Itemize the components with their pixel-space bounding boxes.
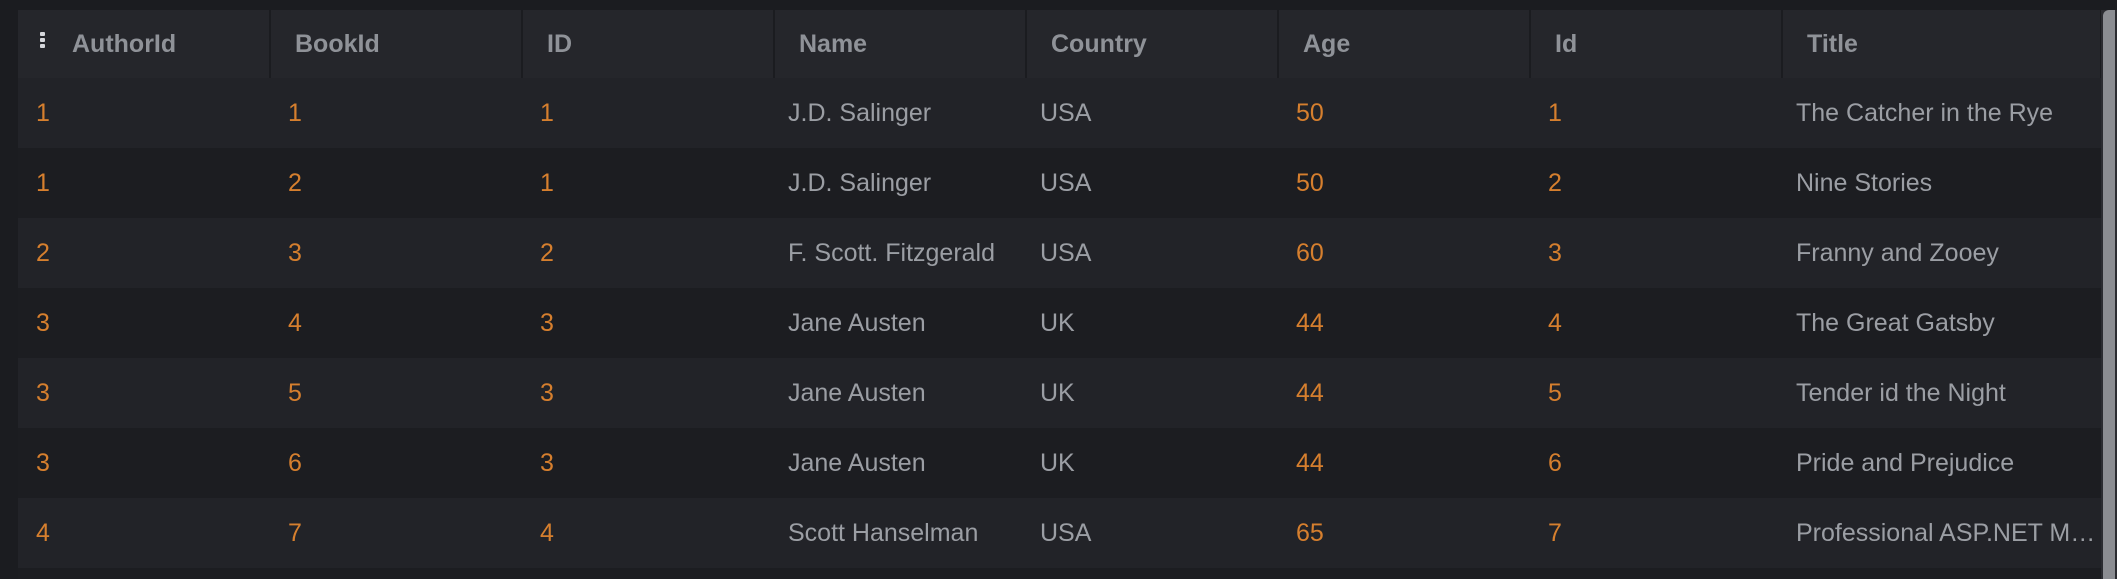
table-row[interactable]: 1 1 1 J.D. Salinger USA 50 1 The Catcher… (18, 78, 2101, 148)
cell-authorid[interactable]: 3 (18, 358, 270, 428)
table-row[interactable]: 4 7 4 Scott Hanselman USA 65 7 Professio… (18, 498, 2101, 568)
cell-name[interactable]: Scott Hanselman (774, 498, 1026, 568)
cell-bookid[interactable]: 3 (270, 218, 522, 288)
column-header-label: ID (547, 29, 572, 58)
cell-book-id[interactable]: 2 (1530, 148, 1782, 218)
cell-name[interactable]: F. Scott. Fitzgerald (774, 218, 1026, 288)
column-header-label: AuthorId (72, 29, 177, 58)
cell-age[interactable]: 44 (1278, 288, 1530, 358)
cell-title[interactable]: Tender id the Night (1782, 358, 2101, 428)
cell-bookid[interactable]: 4 (270, 288, 522, 358)
cell-country[interactable]: USA (1026, 498, 1278, 568)
cell-country[interactable]: USA (1026, 78, 1278, 148)
cell-book-id[interactable]: 6 (1530, 428, 1782, 498)
results-table: AuthorId BookId ID Name Country Age Id T… (18, 10, 2101, 568)
cell-title[interactable]: Professional ASP.NET MVC 5 (1782, 498, 2101, 568)
cell-title[interactable]: Franny and Zooey (1782, 218, 2101, 288)
cell-name[interactable]: Jane Austen (774, 288, 1026, 358)
cell-id[interactable]: 3 (522, 288, 774, 358)
column-header-country[interactable]: Country (1026, 10, 1279, 78)
cell-authorid[interactable]: 3 (18, 288, 270, 358)
cell-country[interactable]: USA (1026, 148, 1278, 218)
results-grid: AuthorId BookId ID Name Country Age Id T… (18, 10, 2101, 579)
column-header-age[interactable]: Age (1278, 10, 1531, 78)
cell-title[interactable]: The Catcher in the Rye (1782, 78, 2101, 148)
column-header-name[interactable]: Name (774, 10, 1027, 78)
cell-book-id[interactable]: 3 (1530, 218, 1782, 288)
cell-book-id[interactable]: 5 (1530, 358, 1782, 428)
column-header-bookid[interactable]: BookId (270, 10, 523, 78)
cell-name[interactable]: Jane Austen (774, 428, 1026, 498)
cell-authorid[interactable]: 1 (18, 148, 270, 218)
cell-title[interactable]: Pride and Prejudice (1782, 428, 2101, 498)
column-header-authorid[interactable]: AuthorId (18, 10, 271, 78)
cell-book-id[interactable]: 1 (1530, 78, 1782, 148)
cell-country[interactable]: UK (1026, 428, 1278, 498)
column-header-label: Age (1303, 29, 1351, 58)
column-header-id[interactable]: ID (522, 10, 775, 78)
table-row[interactable]: 1 2 1 J.D. Salinger USA 50 2 Nine Storie… (18, 148, 2101, 218)
header-row: AuthorId BookId ID Name Country Age Id T… (18, 10, 2101, 78)
cell-title[interactable]: Nine Stories (1782, 148, 2101, 218)
column-header-label: Name (799, 29, 868, 58)
cell-authorid[interactable]: 1 (18, 78, 270, 148)
cell-book-id[interactable]: 4 (1530, 288, 1782, 358)
column-header-label: Title (1807, 29, 1858, 58)
column-header-book-id[interactable]: Id (1530, 10, 1783, 78)
cell-bookid[interactable]: 2 (270, 148, 522, 218)
cell-bookid[interactable]: 6 (270, 428, 522, 498)
column-header-title[interactable]: Title (1782, 10, 2101, 78)
cell-name[interactable]: J.D. Salinger (774, 148, 1026, 218)
table-row[interactable]: 3 6 3 Jane Austen UK 44 6 Pride and Prej… (18, 428, 2101, 498)
cell-book-id[interactable]: 7 (1530, 498, 1782, 568)
cell-id[interactable]: 4 (522, 498, 774, 568)
cell-country[interactable]: UK (1026, 358, 1278, 428)
table-row[interactable]: 3 4 3 Jane Austen UK 44 4 The Great Gats… (18, 288, 2101, 358)
cell-id[interactable]: 3 (522, 358, 774, 428)
cell-title[interactable]: The Great Gatsby (1782, 288, 2101, 358)
cell-id[interactable]: 1 (522, 148, 774, 218)
cell-age[interactable]: 50 (1278, 148, 1530, 218)
cell-authorid[interactable]: 2 (18, 218, 270, 288)
cell-bookid[interactable]: 1 (270, 78, 522, 148)
cell-authorid[interactable]: 3 (18, 428, 270, 498)
cell-age[interactable]: 65 (1278, 498, 1530, 568)
cell-id[interactable]: 3 (522, 428, 774, 498)
vertical-ellipsis-icon[interactable] (40, 32, 46, 48)
column-header-label: Id (1555, 29, 1578, 58)
cell-age[interactable]: 50 (1278, 78, 1530, 148)
cell-bookid[interactable]: 7 (270, 498, 522, 568)
cell-name[interactable]: Jane Austen (774, 358, 1026, 428)
column-header-label: Country (1051, 29, 1147, 58)
cell-bookid[interactable]: 5 (270, 358, 522, 428)
vertical-scrollbar[interactable] (2101, 10, 2117, 579)
cell-age[interactable]: 44 (1278, 428, 1530, 498)
cell-country[interactable]: UK (1026, 288, 1278, 358)
table-row[interactable]: 2 3 2 F. Scott. Fitzgerald USA 60 3 Fran… (18, 218, 2101, 288)
cell-age[interactable]: 44 (1278, 358, 1530, 428)
column-header-label: BookId (295, 29, 380, 58)
scrollbar-thumb[interactable] (2103, 10, 2115, 579)
cell-name[interactable]: J.D. Salinger (774, 78, 1026, 148)
cell-authorid[interactable]: 4 (18, 498, 270, 568)
cell-country[interactable]: USA (1026, 218, 1278, 288)
table-row[interactable]: 3 5 3 Jane Austen UK 44 5 Tender id the … (18, 358, 2101, 428)
cell-id[interactable]: 2 (522, 218, 774, 288)
cell-age[interactable]: 60 (1278, 218, 1530, 288)
cell-id[interactable]: 1 (522, 78, 774, 148)
